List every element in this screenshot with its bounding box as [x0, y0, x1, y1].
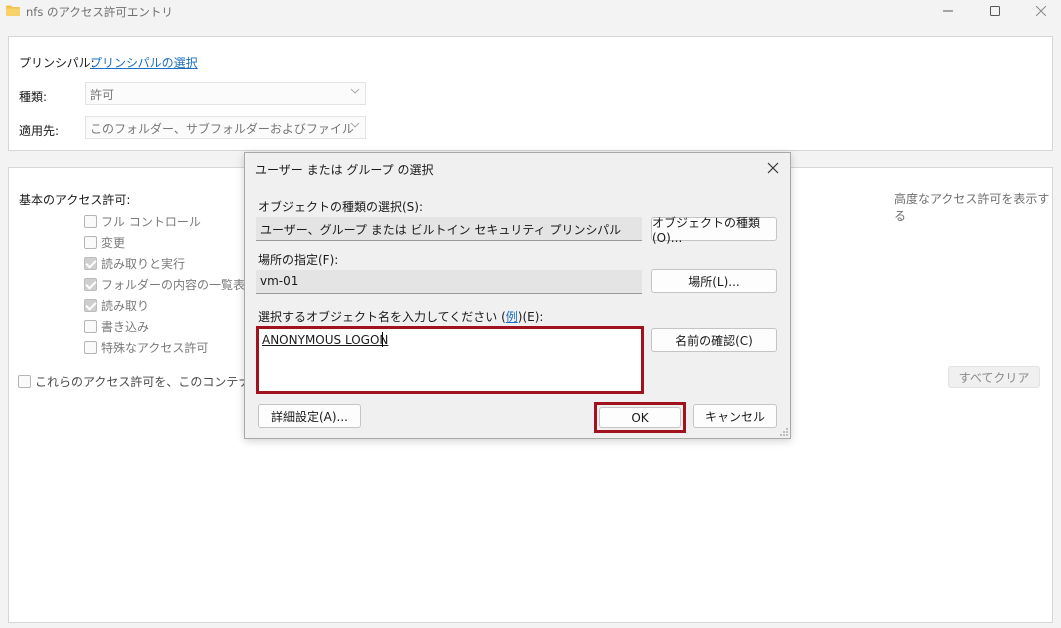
enter-names-label-suffix: )(E): — [517, 310, 544, 324]
permission-label: 変更 — [101, 235, 126, 250]
checkbox[interactable] — [84, 256, 97, 270]
object-type-field: ユーザー、グループ または ビルトイン セキュリティ プリンシパル — [256, 217, 642, 241]
checkbox[interactable] — [18, 374, 31, 388]
checkbox[interactable] — [84, 298, 97, 312]
location-label: 場所の指定(F): — [258, 253, 339, 267]
checkbox[interactable] — [84, 277, 97, 291]
checkbox[interactable] — [84, 340, 97, 354]
close-icon[interactable] — [765, 160, 781, 176]
object-names-input[interactable]: ANONYMOUS LOGON — [256, 326, 644, 394]
resize-grip-icon[interactable] — [779, 427, 789, 437]
type-combo-value: 許可 — [90, 88, 115, 102]
examples-link[interactable]: 例 — [506, 310, 518, 324]
enter-names-label-text: 選択するオブジェクト名を入力してください ( — [258, 310, 506, 324]
dialog-title: ユーザー または グループ の選択 — [255, 163, 434, 177]
check-names-button[interactable]: 名前の確認(C) — [651, 328, 777, 352]
minimize-icon — [943, 10, 953, 12]
permission-label: 書き込み — [101, 319, 150, 334]
cancel-button[interactable]: キャンセル — [693, 404, 777, 428]
permission-label: フル コントロール — [101, 214, 201, 229]
location-field: vm-01 — [256, 270, 642, 294]
clear-all-button[interactable]: すべてクリア — [948, 366, 1040, 388]
select-users-dialog: ユーザー または グループ の選択 オブジェクトの種類の選択(S): ユーザー、… — [244, 152, 791, 439]
chevron-down-icon — [350, 88, 360, 94]
permission-label: 特殊なアクセス許可 — [101, 340, 209, 355]
object-types-button[interactable]: オブジェクトの種類(O)... — [651, 216, 777, 245]
applies-to-combo[interactable]: このフォルダー、サブフォルダーおよびファイル — [85, 116, 366, 139]
permission-full-control[interactable]: フル コントロール — [84, 212, 201, 230]
type-combo[interactable]: 許可 — [85, 82, 366, 105]
applies-to-combo-value: このフォルダー、サブフォルダーおよびファイル — [90, 122, 354, 136]
permission-list-folder[interactable]: フォルダーの内容の一覧表示 — [84, 275, 257, 293]
permission-special[interactable]: 特殊なアクセス許可 — [84, 338, 208, 356]
locations-button[interactable]: 場所(L)... — [651, 269, 777, 293]
checkbox[interactable] — [84, 214, 97, 228]
enter-names-label: 選択するオブジェクト名を入力してください (例)(E): — [258, 308, 543, 325]
permission-label: フォルダーの内容の一覧表示 — [101, 277, 258, 292]
close-icon — [1036, 6, 1046, 16]
window-title: nfs のアクセス許可エントリ — [26, 5, 173, 19]
select-principal-link[interactable]: プリンシパルの選択 — [90, 54, 198, 71]
object-type-label: オブジェクトの種類の選択(S): — [258, 200, 424, 214]
checkbox[interactable] — [84, 235, 97, 249]
maximize-button[interactable] — [975, 0, 1015, 22]
object-names-value: ANONYMOUS LOGON — [262, 333, 389, 347]
chevron-down-icon — [350, 122, 360, 128]
permission-label: 読み取り — [101, 298, 150, 313]
permission-label: 読み取りと実行 — [101, 256, 186, 271]
folder-icon — [6, 5, 20, 16]
principal-label: プリンシパル: — [19, 56, 95, 70]
title-bar: nfs のアクセス許可エントリ — [0, 0, 1061, 24]
window-close-button[interactable] — [1021, 0, 1061, 22]
advanced-button[interactable]: 詳細設定(A)... — [258, 404, 361, 428]
principal-panel: プリンシパル: プリンシパルの選択 種類: 許可 適用先: このフォルダー、サブ… — [8, 36, 1053, 151]
applies-to-label: 適用先: — [19, 124, 60, 138]
permission-read[interactable]: 読み取り — [84, 296, 149, 314]
type-label: 種類: — [19, 90, 48, 104]
minimize-button[interactable] — [928, 0, 968, 22]
ok-button[interactable]: OK — [599, 407, 681, 428]
permission-modify[interactable]: 変更 — [84, 233, 125, 251]
checkbox[interactable] — [84, 319, 97, 333]
permission-read-execute[interactable]: 読み取りと実行 — [84, 254, 185, 272]
show-advanced-permissions-link[interactable]: 高度なアクセス許可を表示する — [894, 190, 1052, 224]
permission-write[interactable]: 書き込み — [84, 317, 149, 335]
text-cursor — [382, 332, 383, 347]
maximize-icon — [990, 6, 1000, 16]
basic-permissions-heading: 基本のアクセス許可: — [19, 193, 131, 207]
